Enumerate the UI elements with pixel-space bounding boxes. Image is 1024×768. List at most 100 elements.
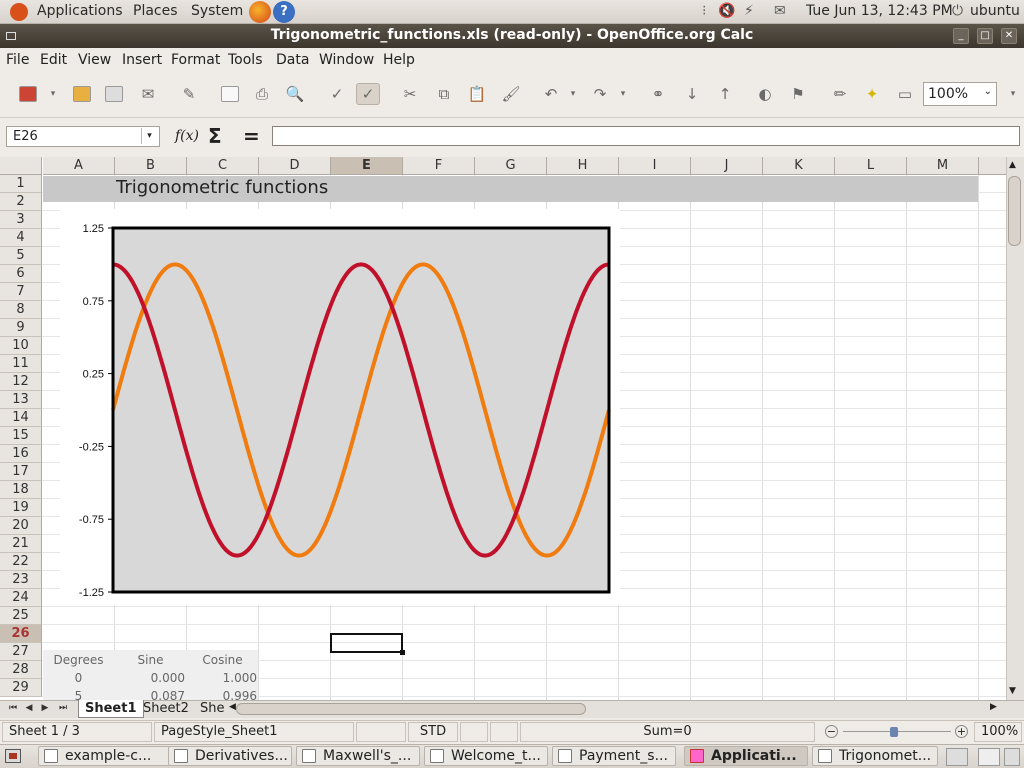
row-header-12[interactable]: 12: [0, 373, 42, 391]
zoom-thumb[interactable]: [890, 727, 898, 737]
menu-file[interactable]: File: [6, 52, 29, 68]
name-box[interactable]: E26 ▾: [6, 126, 160, 147]
email-icon[interactable]: ✉: [136, 83, 160, 105]
help-icon[interactable]: ?: [273, 1, 295, 23]
scroll-left-icon[interactable]: ◀: [229, 702, 236, 712]
row-header-16[interactable]: 16: [0, 445, 42, 463]
maximize-button[interactable]: □: [977, 28, 993, 44]
minimize-button[interactable]: _: [953, 28, 969, 44]
column-header-g[interactable]: G: [475, 157, 547, 175]
row-header-20[interactable]: 20: [0, 517, 42, 535]
row-header-9[interactable]: 9: [0, 319, 42, 337]
prev-sheet-icon[interactable]: ◀: [22, 701, 36, 716]
redo-icon[interactable]: ↷: [588, 83, 612, 105]
sort-ascending-icon[interactable]: ↓: [680, 83, 704, 105]
draw-icon[interactable]: ✏: [828, 83, 852, 105]
row-header-3[interactable]: 3: [0, 211, 42, 229]
menu-tools[interactable]: Tools: [228, 52, 263, 68]
row-header-17[interactable]: 17: [0, 463, 42, 481]
row-header-7[interactable]: 7: [0, 283, 42, 301]
system-menu[interactable]: System: [191, 3, 243, 19]
print-icon[interactable]: ⎙: [250, 83, 274, 105]
column-header-f[interactable]: F: [403, 157, 475, 175]
paste-icon[interactable]: 📋: [465, 83, 489, 105]
hyperlink-icon[interactable]: ⚭: [646, 83, 670, 105]
sort-descending-icon[interactable]: ↑: [713, 83, 737, 105]
taskbar-item[interactable]: Trigonomet...: [812, 746, 938, 766]
menu-window[interactable]: Window: [319, 52, 374, 68]
menu-view[interactable]: View: [78, 52, 111, 68]
firefox-icon[interactable]: [249, 1, 271, 23]
taskbar-item[interactable]: Derivatives...: [168, 746, 292, 766]
zoom-in-icon[interactable]: +: [955, 725, 968, 738]
status-page-style[interactable]: PageStyle_Sheet1: [154, 722, 354, 742]
table-cell[interactable]: 0.996: [187, 687, 257, 701]
trig-chart[interactable]: 1.25 0.75 0.25 -0.25 -0.75 -1.25: [60, 209, 620, 605]
volume-icon[interactable]: 🔇: [718, 3, 735, 19]
last-sheet-icon[interactable]: ⏭: [56, 701, 70, 716]
next-sheet-icon[interactable]: ▶: [38, 701, 52, 716]
table-header-sine[interactable]: Sine: [115, 651, 186, 669]
mail-icon[interactable]: ✉: [774, 3, 786, 19]
status-sheet[interactable]: Sheet 1 / 3: [2, 722, 152, 742]
row-header-25[interactable]: 25: [0, 607, 42, 625]
column-header-e[interactable]: E: [331, 157, 403, 175]
table-cell[interactable]: 5: [43, 687, 114, 701]
taskbar-item[interactable]: example-c...: [38, 746, 170, 766]
ubuntu-logo-icon[interactable]: [10, 3, 28, 21]
taskbar-item-active[interactable]: Applicati...: [684, 746, 808, 766]
sum-icon[interactable]: Σ: [208, 124, 222, 148]
edit-file-icon[interactable]: ✎: [177, 83, 201, 105]
select-all-corner[interactable]: [0, 157, 42, 175]
trash-icon[interactable]: [1004, 748, 1020, 766]
menu-edit[interactable]: Edit: [40, 52, 67, 68]
row-header-2[interactable]: 2: [0, 193, 42, 211]
scroll-down-icon[interactable]: ▼: [1009, 686, 1016, 696]
zoom-out-icon[interactable]: −: [825, 725, 838, 738]
menu-format[interactable]: Format: [171, 52, 220, 68]
new-document-icon[interactable]: [16, 83, 40, 105]
row-header-21[interactable]: 21: [0, 535, 42, 553]
row-header-15[interactable]: 15: [0, 427, 42, 445]
column-header-i[interactable]: I: [619, 157, 691, 175]
row-header-28[interactable]: 28: [0, 661, 42, 679]
column-header-d[interactable]: D: [259, 157, 331, 175]
toolbar-options-icon[interactable]: ▾: [1006, 83, 1020, 105]
applications-menu[interactable]: Applications: [37, 3, 123, 19]
equals-icon[interactable]: =: [243, 124, 260, 148]
zoom-slider[interactable]: − +: [825, 725, 970, 739]
row-header-6[interactable]: 6: [0, 265, 42, 283]
row-header-26[interactable]: 26: [0, 625, 42, 643]
row-header-5[interactable]: 5: [0, 247, 42, 265]
chart-icon[interactable]: ◐: [753, 83, 777, 105]
workspace-switcher[interactable]: [946, 748, 968, 766]
save-icon[interactable]: [102, 83, 126, 105]
indicator-icon[interactable]: ⁝: [702, 3, 706, 19]
row-header-18[interactable]: 18: [0, 481, 42, 499]
status-mode[interactable]: STD: [408, 722, 458, 742]
network-icon[interactable]: ⚡: [744, 3, 754, 19]
undo-dropdown-icon[interactable]: ▾: [566, 83, 580, 105]
row-header-14[interactable]: 14: [0, 409, 42, 427]
column-header-partial[interactable]: [979, 157, 1006, 175]
function-wizard-icon[interactable]: f(x): [175, 128, 199, 144]
row-header-1[interactable]: 1: [0, 175, 42, 193]
new-dropdown-icon[interactable]: ▾: [46, 83, 60, 105]
column-header-j[interactable]: J: [691, 157, 763, 175]
autospellcheck-icon[interactable]: ✓: [356, 83, 380, 105]
scroll-right-icon[interactable]: ▶: [990, 702, 997, 712]
sheet-tab-1[interactable]: Sheet1: [78, 700, 144, 718]
row-header-23[interactable]: 23: [0, 571, 42, 589]
sheet-tab-3[interactable]: She: [194, 700, 231, 718]
column-header-l[interactable]: L: [835, 157, 907, 175]
horizontal-scroll-thumb[interactable]: [236, 703, 586, 715]
user-name[interactable]: ubuntu: [970, 3, 1020, 19]
page-preview-icon[interactable]: 🔍: [283, 83, 307, 105]
zoom-select[interactable]: 100% ⌄: [923, 82, 997, 106]
cut-icon[interactable]: ✂: [398, 83, 422, 105]
close-button[interactable]: ✕: [1001, 28, 1017, 44]
status-document-icon[interactable]: [460, 722, 488, 742]
row-header-29[interactable]: 29: [0, 679, 42, 697]
row-header-27[interactable]: 27: [0, 643, 42, 661]
row-header-19[interactable]: 19: [0, 499, 42, 517]
